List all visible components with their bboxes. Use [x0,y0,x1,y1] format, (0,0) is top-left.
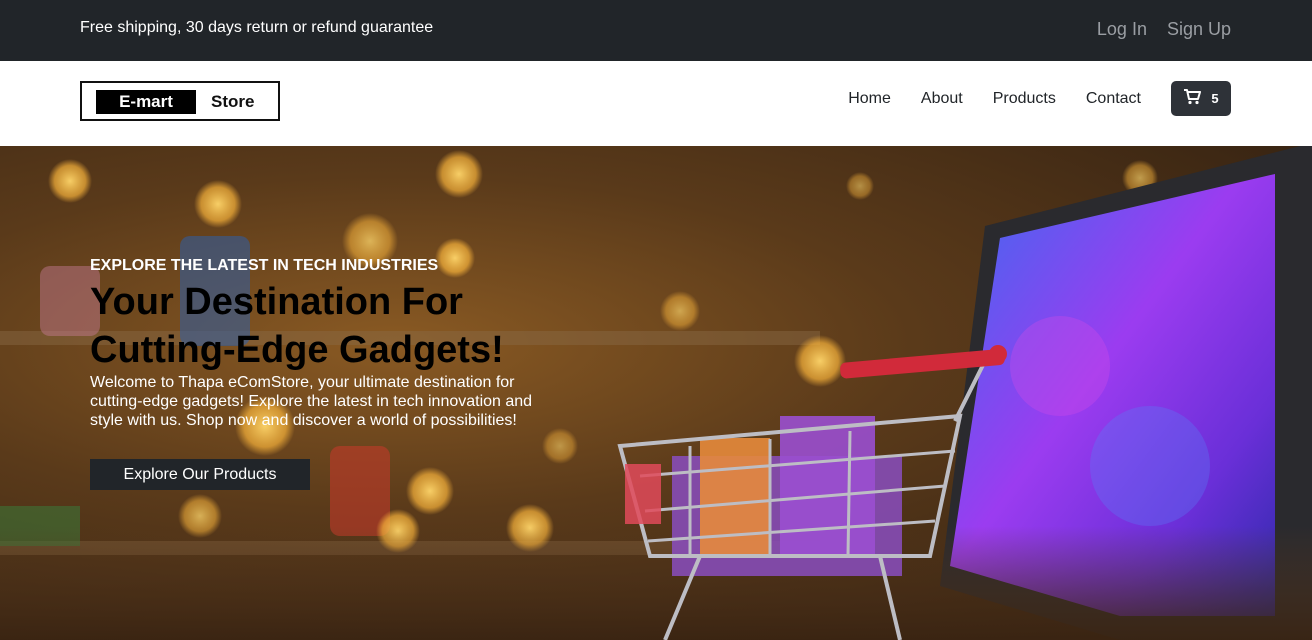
nav-contact[interactable]: Contact [1086,90,1141,108]
login-link[interactable]: Log In [1097,19,1147,40]
cart-count: 5 [1211,91,1219,106]
signup-link[interactable]: Sign Up [1167,19,1231,40]
nav-products[interactable]: Products [993,90,1056,108]
header: E-mart Store Home About Products Contact… [0,61,1312,146]
logo[interactable]: E-mart Store [80,81,280,121]
topbar: Free shipping, 30 days return or refund … [0,0,1312,61]
nav-about[interactable]: About [921,90,963,108]
auth-links: Log In Sign Up [1097,19,1231,40]
main-nav: Home About Products Contact [848,90,1141,108]
cart-button[interactable]: 5 [1171,81,1231,116]
hero-description: Welcome to Thapa eComStore, your ultimat… [90,374,533,429]
hero-title: Your Destination For Cutting-Edge Gadget… [90,281,504,371]
shopping-cart-icon [1183,88,1202,110]
explore-products-button[interactable]: Explore Our Products [90,459,310,490]
promo-text: Free shipping, 30 days return or refund … [80,19,434,36]
logo-left: E-mart [96,90,196,114]
hero-banner: EXPLORE THE LATEST IN TECH INDUSTRIES Yo… [0,146,1312,640]
hero-eyebrow: EXPLORE THE LATEST IN TECH INDUSTRIES [90,257,439,274]
logo-right: Store [211,92,255,111]
nav-home[interactable]: Home [848,90,891,108]
